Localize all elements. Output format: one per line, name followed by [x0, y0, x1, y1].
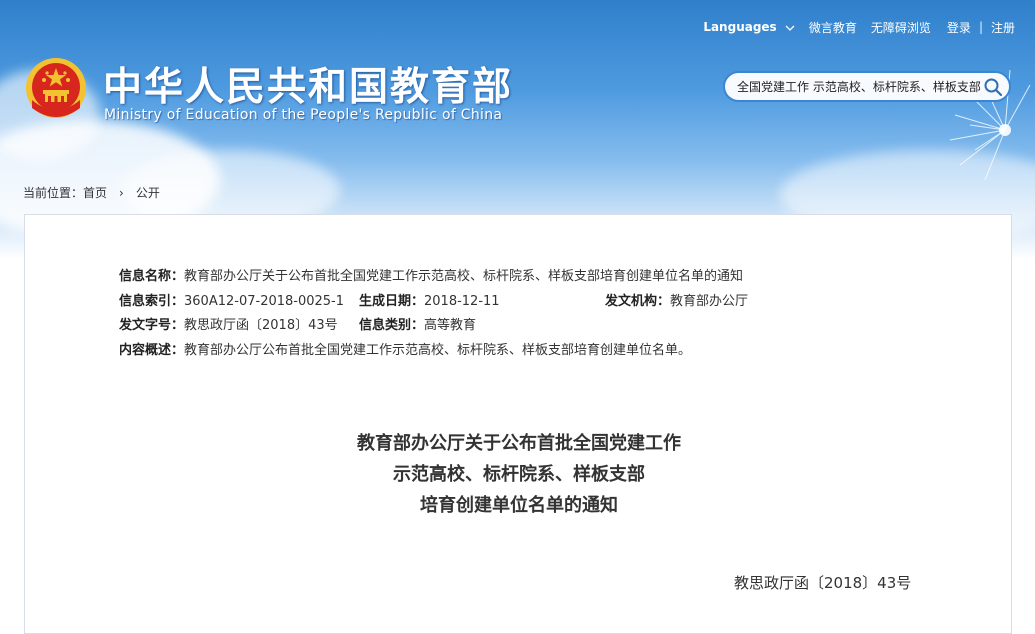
- info-index-value: 360A12-07-2018-0025-1: [184, 293, 345, 309]
- breadcrumb-current[interactable]: 公开: [136, 186, 160, 200]
- info-summary-label: 内容概述：: [119, 342, 185, 358]
- meta-row-docno: 发文字号：教思政厅函〔2018〕43号 信息类别：高等教育: [119, 314, 743, 339]
- document-number: 教思政厅函〔2018〕43号: [734, 574, 912, 592]
- national-emblem-icon[interactable]: [24, 56, 88, 122]
- document-title-line1: 教育部办公厅关于公布首批全国党建工作: [357, 433, 681, 454]
- search-box: [723, 71, 1011, 102]
- breadcrumb-separator: ›: [119, 186, 124, 200]
- login-link[interactable]: 登录: [947, 19, 971, 36]
- info-date-label: 生成日期：: [359, 293, 425, 309]
- document-title: 教育部办公厅关于公布首批全国党建工作 示范高校、标杆院系、样板支部 培育创建单位…: [25, 428, 1013, 521]
- content-panel: 信息名称：教育部办公厅关于公布首批全国党建工作示范高校、标杆院系、样板支部培育创…: [24, 214, 1012, 634]
- info-summary-value: 教育部办公厅公布首批全国党建工作示范高校、标杆院系、样板支部培育创建单位名单。: [184, 342, 692, 358]
- info-org-value: 教育部办公厅: [670, 293, 749, 309]
- document-title-line3: 培育创建单位名单的通知: [420, 495, 618, 516]
- document-title-line2: 示范高校、标杆院系、样板支部: [393, 464, 645, 485]
- info-index-label: 信息索引：: [119, 293, 185, 309]
- info-name-value: 教育部办公厅关于公布首批全国党建工作示范高校、标杆院系、样板支部培育创建单位名单…: [184, 269, 744, 284]
- info-category-value: 高等教育: [424, 318, 477, 333]
- site-subtitle: Ministry of Education of the People's Re…: [104, 107, 503, 123]
- meta-row-index: 信息索引：360A12-07-2018-0025-1 生成日期：2018-12-…: [119, 290, 748, 315]
- breadcrumb-prefix: 当前位置：: [23, 186, 84, 200]
- search-input[interactable]: [735, 73, 987, 100]
- top-nav: Languages 微言教育 无障碍浏览 登录 | 注册: [689, 18, 1015, 36]
- breadcrumb-home[interactable]: 首页: [83, 186, 107, 200]
- weiyan-link[interactable]: 微言教育: [809, 19, 857, 36]
- site-title[interactable]: 中华人民共和国教育部: [103, 56, 513, 112]
- info-org-label: 发文机构：: [605, 293, 671, 309]
- info-meta-table: 信息名称：教育部办公厅关于公布首批全国党建工作示范高校、标杆院系、样板支部培育创…: [119, 265, 748, 364]
- info-docno-label: 发文字号：: [119, 318, 185, 333]
- info-docno-value: 教思政厅函〔2018〕43号: [184, 318, 338, 333]
- languages-label: Languages: [703, 20, 777, 34]
- info-name-label: 信息名称：: [119, 269, 185, 284]
- languages-menu[interactable]: Languages: [703, 20, 795, 34]
- meta-row-summary: 内容概述：教育部办公厅公布首批全国党建工作示范高校、标杆院系、样板支部培育创建单…: [119, 339, 743, 364]
- info-date-value: 2018-12-11: [424, 293, 500, 309]
- chevron-down-icon: [785, 25, 795, 31]
- breadcrumb: 当前位置：首页 › 公开: [23, 184, 166, 201]
- search-icon[interactable]: [983, 77, 1003, 97]
- accessible-link[interactable]: 无障碍浏览: [871, 19, 931, 36]
- info-category-label: 信息类别：: [359, 318, 425, 333]
- register-link[interactable]: 注册: [991, 19, 1015, 36]
- meta-row-name: 信息名称：教育部办公厅关于公布首批全国党建工作示范高校、标杆院系、样板支部培育创…: [119, 265, 743, 290]
- nav-separator: |: [978, 20, 983, 34]
